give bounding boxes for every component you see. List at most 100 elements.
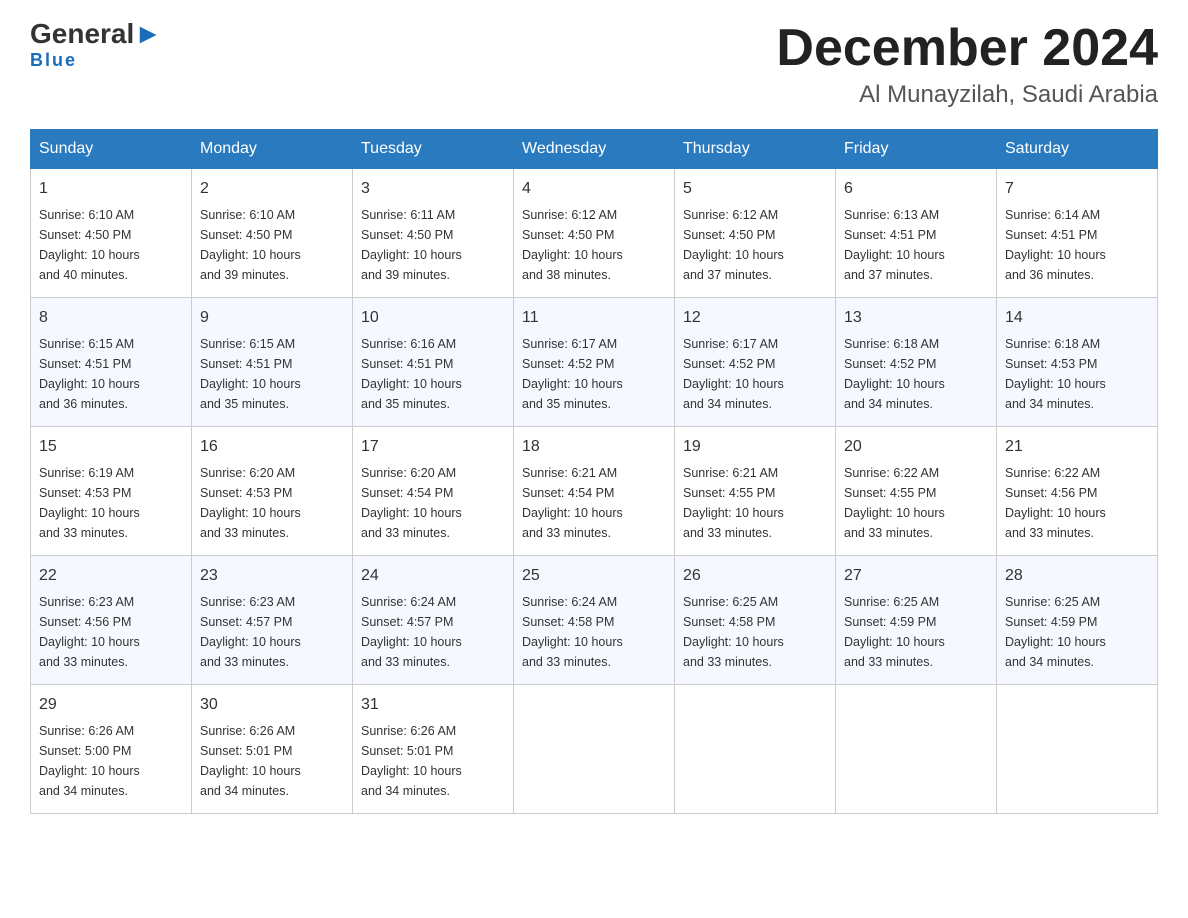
day-number: 4 — [522, 177, 666, 201]
day-info: Sunrise: 6:21 AMSunset: 4:54 PMDaylight:… — [522, 466, 623, 540]
day-number: 15 — [39, 435, 183, 459]
day-info: Sunrise: 6:20 AMSunset: 4:53 PMDaylight:… — [200, 466, 301, 540]
table-row: 14 Sunrise: 6:18 AMSunset: 4:53 PMDaylig… — [997, 298, 1158, 427]
logo-blue: Blue — [30, 50, 77, 71]
day-number: 26 — [683, 564, 827, 588]
table-row — [675, 685, 836, 814]
table-row: 6 Sunrise: 6:13 AMSunset: 4:51 PMDayligh… — [836, 169, 997, 298]
day-number: 2 — [200, 177, 344, 201]
day-number: 28 — [1005, 564, 1149, 588]
day-info: Sunrise: 6:21 AMSunset: 4:55 PMDaylight:… — [683, 466, 784, 540]
day-info: Sunrise: 6:24 AMSunset: 4:57 PMDaylight:… — [361, 595, 462, 669]
col-thursday: Thursday — [675, 130, 836, 169]
day-number: 20 — [844, 435, 988, 459]
table-row: 1 Sunrise: 6:10 AMSunset: 4:50 PMDayligh… — [31, 169, 192, 298]
calendar-week-row: 8 Sunrise: 6:15 AMSunset: 4:51 PMDayligh… — [31, 298, 1158, 427]
table-row: 3 Sunrise: 6:11 AMSunset: 4:50 PMDayligh… — [353, 169, 514, 298]
table-row: 31 Sunrise: 6:26 AMSunset: 5:01 PMDaylig… — [353, 685, 514, 814]
table-row: 28 Sunrise: 6:25 AMSunset: 4:59 PMDaylig… — [997, 556, 1158, 685]
day-info: Sunrise: 6:22 AMSunset: 4:56 PMDaylight:… — [1005, 466, 1106, 540]
table-row: 22 Sunrise: 6:23 AMSunset: 4:56 PMDaylig… — [31, 556, 192, 685]
day-info: Sunrise: 6:10 AMSunset: 4:50 PMDaylight:… — [200, 208, 301, 282]
day-number: 9 — [200, 306, 344, 330]
day-number: 7 — [1005, 177, 1149, 201]
day-number: 29 — [39, 693, 183, 717]
day-number: 31 — [361, 693, 505, 717]
day-info: Sunrise: 6:25 AMSunset: 4:59 PMDaylight:… — [844, 595, 945, 669]
col-monday: Monday — [192, 130, 353, 169]
day-info: Sunrise: 6:13 AMSunset: 4:51 PMDaylight:… — [844, 208, 945, 282]
table-row — [836, 685, 997, 814]
day-info: Sunrise: 6:22 AMSunset: 4:55 PMDaylight:… — [844, 466, 945, 540]
calendar-table: Sunday Monday Tuesday Wednesday Thursday… — [30, 129, 1158, 814]
table-row: 12 Sunrise: 6:17 AMSunset: 4:52 PMDaylig… — [675, 298, 836, 427]
day-number: 14 — [1005, 306, 1149, 330]
day-info: Sunrise: 6:12 AMSunset: 4:50 PMDaylight:… — [522, 208, 623, 282]
col-sunday: Sunday — [31, 130, 192, 169]
table-row: 20 Sunrise: 6:22 AMSunset: 4:55 PMDaylig… — [836, 427, 997, 556]
table-row: 9 Sunrise: 6:15 AMSunset: 4:51 PMDayligh… — [192, 298, 353, 427]
title-area: December 2024 Al Munayzilah, Saudi Arabi… — [776, 20, 1158, 109]
table-row: 26 Sunrise: 6:25 AMSunset: 4:58 PMDaylig… — [675, 556, 836, 685]
table-row — [997, 685, 1158, 814]
header-row: Sunday Monday Tuesday Wednesday Thursday… — [31, 130, 1158, 169]
day-info: Sunrise: 6:23 AMSunset: 4:56 PMDaylight:… — [39, 595, 140, 669]
day-info: Sunrise: 6:17 AMSunset: 4:52 PMDaylight:… — [522, 337, 623, 411]
col-friday: Friday — [836, 130, 997, 169]
table-row: 25 Sunrise: 6:24 AMSunset: 4:58 PMDaylig… — [514, 556, 675, 685]
day-info: Sunrise: 6:23 AMSunset: 4:57 PMDaylight:… — [200, 595, 301, 669]
table-row: 18 Sunrise: 6:21 AMSunset: 4:54 PMDaylig… — [514, 427, 675, 556]
logo-brand: General► — [30, 20, 162, 48]
table-row — [514, 685, 675, 814]
day-number: 24 — [361, 564, 505, 588]
table-row: 27 Sunrise: 6:25 AMSunset: 4:59 PMDaylig… — [836, 556, 997, 685]
day-info: Sunrise: 6:18 AMSunset: 4:52 PMDaylight:… — [844, 337, 945, 411]
day-number: 27 — [844, 564, 988, 588]
table-row: 13 Sunrise: 6:18 AMSunset: 4:52 PMDaylig… — [836, 298, 997, 427]
day-info: Sunrise: 6:25 AMSunset: 4:58 PMDaylight:… — [683, 595, 784, 669]
day-number: 21 — [1005, 435, 1149, 459]
table-row: 19 Sunrise: 6:21 AMSunset: 4:55 PMDaylig… — [675, 427, 836, 556]
calendar-week-row: 1 Sunrise: 6:10 AMSunset: 4:50 PMDayligh… — [31, 169, 1158, 298]
table-row: 15 Sunrise: 6:19 AMSunset: 4:53 PMDaylig… — [31, 427, 192, 556]
table-row: 21 Sunrise: 6:22 AMSunset: 4:56 PMDaylig… — [997, 427, 1158, 556]
day-info: Sunrise: 6:18 AMSunset: 4:53 PMDaylight:… — [1005, 337, 1106, 411]
day-number: 30 — [200, 693, 344, 717]
day-info: Sunrise: 6:15 AMSunset: 4:51 PMDaylight:… — [200, 337, 301, 411]
day-info: Sunrise: 6:26 AMSunset: 5:01 PMDaylight:… — [200, 724, 301, 798]
day-number: 12 — [683, 306, 827, 330]
day-info: Sunrise: 6:17 AMSunset: 4:52 PMDaylight:… — [683, 337, 784, 411]
day-info: Sunrise: 6:15 AMSunset: 4:51 PMDaylight:… — [39, 337, 140, 411]
day-info: Sunrise: 6:24 AMSunset: 4:58 PMDaylight:… — [522, 595, 623, 669]
day-info: Sunrise: 6:25 AMSunset: 4:59 PMDaylight:… — [1005, 595, 1106, 669]
day-number: 11 — [522, 306, 666, 330]
day-number: 17 — [361, 435, 505, 459]
day-info: Sunrise: 6:26 AMSunset: 5:01 PMDaylight:… — [361, 724, 462, 798]
table-row: 5 Sunrise: 6:12 AMSunset: 4:50 PMDayligh… — [675, 169, 836, 298]
table-row: 4 Sunrise: 6:12 AMSunset: 4:50 PMDayligh… — [514, 169, 675, 298]
day-number: 25 — [522, 564, 666, 588]
table-row: 24 Sunrise: 6:24 AMSunset: 4:57 PMDaylig… — [353, 556, 514, 685]
table-row: 11 Sunrise: 6:17 AMSunset: 4:52 PMDaylig… — [514, 298, 675, 427]
col-wednesday: Wednesday — [514, 130, 675, 169]
calendar-week-row: 29 Sunrise: 6:26 AMSunset: 5:00 PMDaylig… — [31, 685, 1158, 814]
day-number: 13 — [844, 306, 988, 330]
day-number: 19 — [683, 435, 827, 459]
table-row: 17 Sunrise: 6:20 AMSunset: 4:54 PMDaylig… — [353, 427, 514, 556]
col-saturday: Saturday — [997, 130, 1158, 169]
table-row: 23 Sunrise: 6:23 AMSunset: 4:57 PMDaylig… — [192, 556, 353, 685]
table-row: 2 Sunrise: 6:10 AMSunset: 4:50 PMDayligh… — [192, 169, 353, 298]
day-info: Sunrise: 6:12 AMSunset: 4:50 PMDaylight:… — [683, 208, 784, 282]
table-row: 29 Sunrise: 6:26 AMSunset: 5:00 PMDaylig… — [31, 685, 192, 814]
calendar-week-row: 15 Sunrise: 6:19 AMSunset: 4:53 PMDaylig… — [31, 427, 1158, 556]
table-row: 16 Sunrise: 6:20 AMSunset: 4:53 PMDaylig… — [192, 427, 353, 556]
calendar-week-row: 22 Sunrise: 6:23 AMSunset: 4:56 PMDaylig… — [31, 556, 1158, 685]
location-title: Al Munayzilah, Saudi Arabia — [776, 81, 1158, 109]
day-info: Sunrise: 6:10 AMSunset: 4:50 PMDaylight:… — [39, 208, 140, 282]
day-number: 6 — [844, 177, 988, 201]
day-number: 8 — [39, 306, 183, 330]
col-tuesday: Tuesday — [353, 130, 514, 169]
day-info: Sunrise: 6:20 AMSunset: 4:54 PMDaylight:… — [361, 466, 462, 540]
day-info: Sunrise: 6:26 AMSunset: 5:00 PMDaylight:… — [39, 724, 140, 798]
table-row: 7 Sunrise: 6:14 AMSunset: 4:51 PMDayligh… — [997, 169, 1158, 298]
